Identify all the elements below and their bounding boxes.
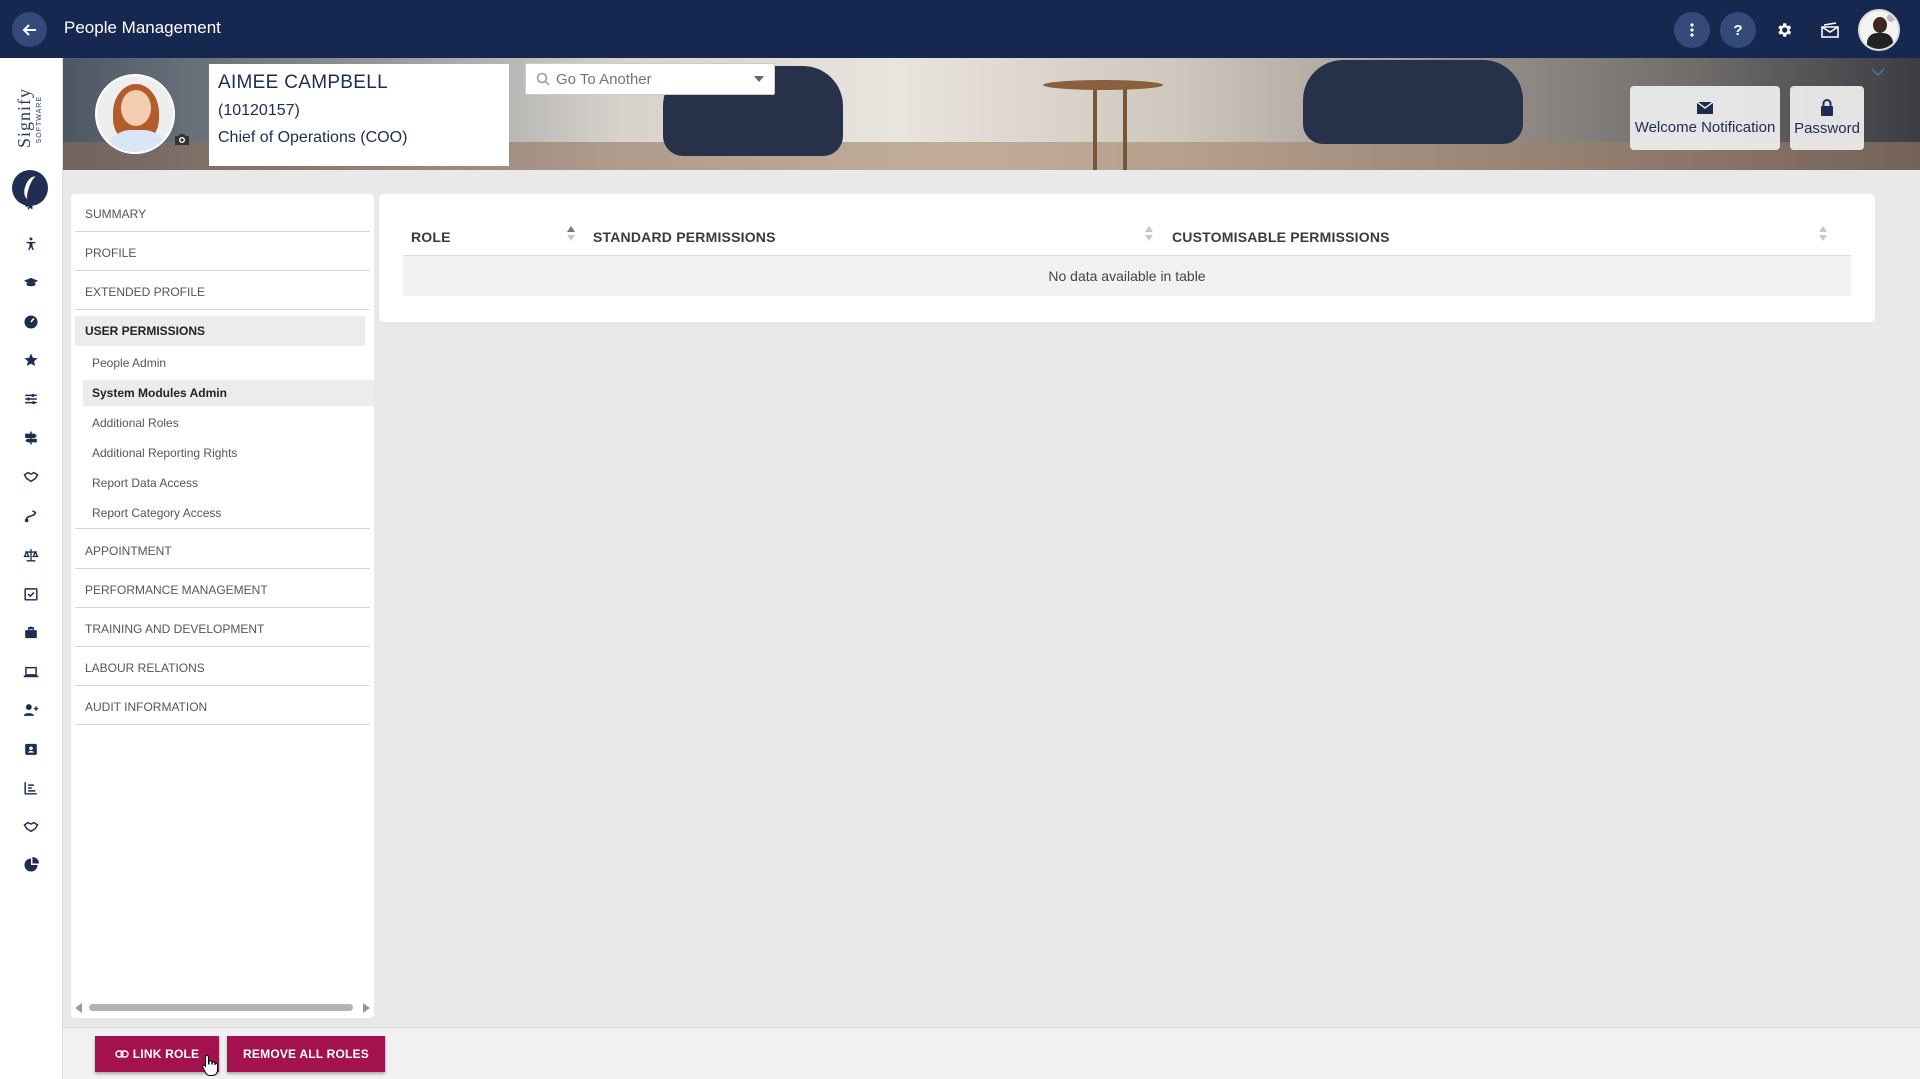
- roles-table: ROLE STANDARD PERMISSIONS CUSTOMISABLE P…: [379, 194, 1875, 322]
- menu-sub-additional-reporting-rights[interactable]: Additional Reporting Rights: [83, 440, 373, 466]
- more-options-button[interactable]: [1674, 12, 1710, 48]
- menu-summary[interactable]: SUMMARY: [75, 194, 370, 232]
- envelope-icon: [1696, 100, 1714, 114]
- pie-chart-icon[interactable]: [20, 854, 42, 876]
- menu-sub-system-modules-admin[interactable]: System Modules Admin: [83, 380, 374, 406]
- search-icon: [536, 72, 550, 86]
- left-rail: Signify SOFTWARE: [0, 58, 63, 1079]
- profile-photo[interactable]: [95, 74, 175, 154]
- graduation-cap-icon[interactable]: [20, 272, 42, 294]
- help-icon: ?: [1733, 21, 1743, 39]
- scales-icon[interactable]: [20, 544, 42, 566]
- link-role-button[interactable]: LINK ROLE: [95, 1036, 219, 1072]
- menu-training-and-development[interactable]: TRAINING AND DEVELOPMENT: [75, 609, 370, 647]
- password-button[interactable]: Password: [1790, 86, 1864, 150]
- sliders-icon[interactable]: [20, 388, 42, 410]
- settings-button[interactable]: [1766, 12, 1802, 48]
- menu-appointment[interactable]: APPOINTMENT: [75, 531, 370, 569]
- sort-icon[interactable]: [567, 226, 575, 242]
- id-badge-icon[interactable]: [20, 738, 42, 760]
- menu-audit-information[interactable]: AUDIT INFORMATION: [75, 687, 370, 725]
- back-button[interactable]: [12, 12, 47, 47]
- signpost-icon[interactable]: [20, 427, 42, 449]
- menu-sub-report-data-access[interactable]: Report Data Access: [83, 470, 373, 496]
- briefcase-icon[interactable]: [20, 622, 42, 644]
- sort-icon[interactable]: [1819, 226, 1827, 242]
- camera-icon[interactable]: [174, 132, 190, 146]
- arrow-left-icon: [22, 23, 36, 36]
- chevron-down-icon[interactable]: [1870, 66, 1886, 78]
- lock-icon: [1821, 99, 1833, 116]
- help-button[interactable]: ?: [1720, 12, 1756, 48]
- top-icons: ?: [1674, 9, 1900, 51]
- gauge-icon[interactable]: [20, 311, 42, 333]
- handshake-icon[interactable]: [20, 816, 42, 838]
- menu-profile[interactable]: PROFILE: [75, 233, 370, 271]
- go-to-another-select[interactable]: [525, 63, 775, 95]
- calendar-check-icon[interactable]: [20, 583, 42, 605]
- mail-icon: [1821, 22, 1839, 38]
- laptop-icon[interactable]: [20, 661, 42, 683]
- column-header-customisable-permissions[interactable]: CUSTOMISABLE PERMISSIONS: [1172, 229, 1390, 245]
- top-bar: People Management ?: [0, 0, 1920, 58]
- user-avatar[interactable]: [1858, 9, 1900, 51]
- route-icon[interactable]: [20, 505, 42, 527]
- side-menu: SUMMARY PROFILE EXTENDED PROFILE USER PE…: [71, 194, 374, 1018]
- brand-logo[interactable]: Signify SOFTWARE: [10, 88, 54, 206]
- person-name: AIMEE CAMPBELL: [218, 72, 388, 93]
- user-plus-icon[interactable]: [20, 699, 42, 721]
- column-header-standard-permissions[interactable]: STANDARD PERMISSIONS: [593, 229, 776, 245]
- accessibility-icon[interactable]: [20, 233, 42, 255]
- star-icon[interactable]: [20, 349, 42, 371]
- app-title: People Management: [64, 18, 221, 37]
- column-header-role[interactable]: ROLE: [411, 229, 451, 245]
- person-job-title: Chief of Operations (COO): [218, 129, 408, 146]
- bar-chart-icon[interactable]: [20, 777, 42, 799]
- menu-user-permissions[interactable]: USER PERMISSIONS: [75, 316, 365, 346]
- welcome-notification-button[interactable]: Welcome Notification: [1630, 86, 1780, 150]
- scroll-left-icon[interactable]: [75, 1003, 82, 1013]
- more-vertical-icon: [1690, 23, 1694, 37]
- empty-table-message: No data available in table: [403, 256, 1851, 296]
- menu-sub-additional-roles[interactable]: Additional Roles: [83, 410, 373, 436]
- gear-icon: [1778, 23, 1792, 37]
- menu-labour-relations[interactable]: LABOUR RELATIONS: [75, 648, 370, 686]
- menu-sub-people-admin[interactable]: People Admin: [83, 350, 373, 376]
- person-id: (10120157): [218, 102, 300, 119]
- megaphone-icon[interactable]: [20, 194, 42, 216]
- chevron-down-icon: [754, 76, 764, 82]
- status-dot: [1887, 14, 1895, 22]
- scroll-right-icon[interactable]: [363, 1003, 370, 1013]
- go-to-another-input[interactable]: [556, 70, 746, 88]
- messages-button[interactable]: [1812, 12, 1848, 48]
- menu-performance-management[interactable]: PERFORMANCE MANAGEMENT: [75, 570, 370, 608]
- horizontal-scrollbar[interactable]: [75, 1000, 370, 1014]
- scrollbar-thumb[interactable]: [89, 1004, 353, 1011]
- menu-extended-profile[interactable]: EXTENDED PROFILE: [75, 272, 370, 310]
- handshake-icon[interactable]: [20, 466, 42, 488]
- bottom-action-bar: LINK ROLE REMOVE ALL ROLES: [63, 1027, 1920, 1079]
- sort-icon[interactable]: [1145, 226, 1153, 242]
- link-icon: [115, 1050, 129, 1058]
- pointer-cursor-icon: [202, 1054, 218, 1076]
- menu-sub-report-category-access[interactable]: Report Category Access: [83, 500, 373, 526]
- remove-all-roles-button[interactable]: REMOVE ALL ROLES: [227, 1036, 385, 1072]
